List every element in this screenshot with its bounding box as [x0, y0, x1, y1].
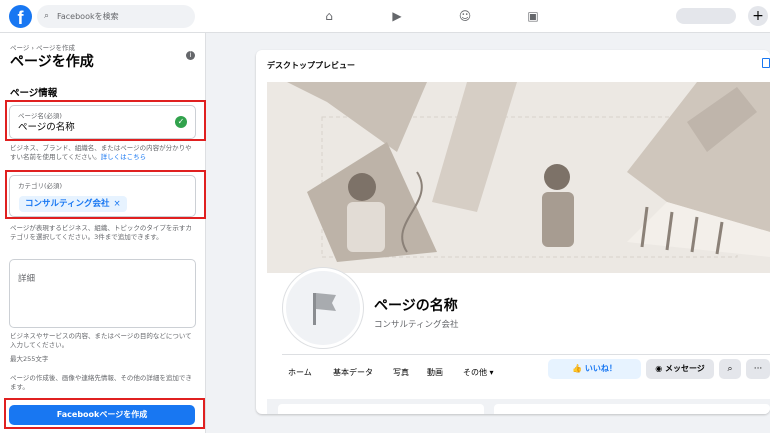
search-input[interactable]: ⌕ Facebookを検索	[37, 5, 195, 28]
highlight-box-category	[5, 170, 206, 219]
preview-page-category: コンサルティング会社	[374, 320, 459, 330]
watch-icon[interactable]: ▶	[389, 9, 405, 24]
page-header-preview: ページの名称 コンサルティング会社 ホーム 基本データ 写真 動画 その他 ▾ …	[267, 268, 770, 414]
detail-placeholder: 詳細	[18, 274, 36, 284]
message-button-label: メッセージ	[664, 364, 705, 373]
learn-more-link[interactable]: 詳しくはこちら	[101, 153, 147, 161]
flag-icon	[313, 293, 336, 325]
intro-card	[278, 404, 484, 414]
detail-textarea[interactable]: 詳細	[9, 259, 196, 328]
search-placeholder: Facebookを検索	[57, 12, 119, 21]
highlight-box-name	[5, 100, 206, 141]
section-title: ページ情報	[10, 88, 58, 99]
cover-art-icon	[267, 82, 770, 273]
avatar	[283, 268, 363, 348]
create-page-sidebar: ページ › ページを作成 ページを作成 i ページ情報 ページ名(必須) ページ…	[0, 33, 206, 433]
tab-more[interactable]: その他 ▾	[463, 367, 494, 378]
info-icon[interactable]: i	[186, 51, 195, 60]
home-icon[interactable]: ⌂	[321, 9, 337, 24]
post-card	[494, 404, 770, 414]
gaming-icon[interactable]: ▣	[525, 9, 541, 24]
create-plus-button[interactable]: +	[748, 6, 768, 26]
search-button[interactable]: ⌕	[719, 359, 741, 379]
preview-page-name: ページの名称	[374, 298, 458, 314]
search-icon: ⌕	[44, 11, 50, 21]
message-button[interactable]: ◉ メッセージ	[646, 359, 714, 379]
detail-limit: 最大255文字	[10, 355, 49, 363]
terms-text: ページの作成後、画像や連絡先情報、その他の詳細を追加できます。	[10, 374, 192, 391]
tab-about[interactable]: 基本データ	[333, 367, 373, 378]
like-button[interactable]: 👍 いいね！	[548, 359, 641, 379]
page-name-help: ビジネス、ブランド、組織名、またはページの内容が分かりやすい名前を使用してくださ…	[10, 144, 198, 161]
desktop-preview-panel: デスクトッププレビュー ページの名称 コンサルティング会社 ホーム 基本データ …	[256, 50, 770, 414]
category-help: ページが表現するビジネス、組織、トピックのタイプを示すカテゴリを選択してください…	[10, 224, 192, 241]
device-toggle-icon[interactable]	[762, 58, 770, 68]
preview-title: デスクトッププレビュー	[267, 61, 355, 70]
detail-help: ビジネスやサービスの内容、またはページの目的などについて入力してください。	[10, 332, 192, 349]
groups-icon[interactable]: ☺	[457, 9, 473, 24]
top-navigation-bar: f ⌕ Facebookを検索 ⌂ ▶ ☺ ▣ +	[0, 0, 770, 33]
preview-content-area	[267, 399, 770, 414]
tab-videos[interactable]: 動画	[427, 367, 443, 378]
tab-photos[interactable]: 写真	[393, 367, 409, 378]
tab-home[interactable]: ホーム	[288, 367, 312, 378]
profile-shortcut[interactable]	[676, 8, 736, 24]
messenger-icon: ◉	[655, 364, 665, 373]
facebook-logo[interactable]: f	[9, 5, 32, 28]
page-title: ページを作成	[10, 54, 94, 70]
tabs-divider	[282, 354, 770, 355]
more-options-button[interactable]: ···	[746, 359, 770, 379]
cover-illustration	[267, 82, 770, 273]
highlight-box-button	[4, 398, 205, 429]
